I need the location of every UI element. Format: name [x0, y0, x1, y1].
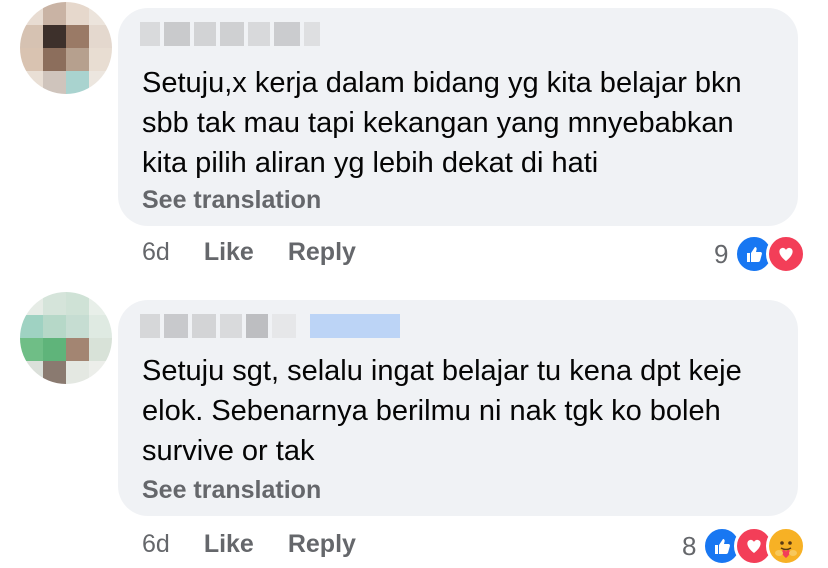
- see-translation-link[interactable]: See translation: [142, 476, 321, 505]
- avatar[interactable]: [20, 292, 112, 384]
- care-icon: [766, 526, 807, 566]
- commenter-name-redacted[interactable]: [140, 314, 400, 338]
- comment-timestamp[interactable]: 6d: [142, 530, 170, 559]
- comment-text: Setuju,x kerja dalam bidang yg kita bela…: [142, 67, 742, 179]
- comment-text: Setuju sgt, selalu ingat belajar tu kena…: [142, 355, 742, 467]
- reaction-count: 8: [682, 530, 697, 561]
- reaction-summary[interactable]: 9: [714, 234, 807, 274]
- comment-bubble: Setuju,x kerja dalam bidang yg kita bela…: [118, 8, 798, 226]
- like-button[interactable]: Like: [204, 238, 254, 267]
- comment-timestamp[interactable]: 6d: [142, 238, 170, 267]
- reaction-count: 9: [714, 238, 729, 269]
- avatar[interactable]: [20, 2, 112, 94]
- see-translation-link[interactable]: See translation: [142, 186, 321, 215]
- comment-bubble: Setuju sgt, selalu ingat belajar tu kena…: [118, 300, 798, 516]
- love-icon: [766, 234, 807, 274]
- reaction-summary[interactable]: 8: [682, 526, 807, 566]
- commenter-name-redacted[interactable]: [140, 22, 320, 46]
- comment-actions: 6d Like Reply: [142, 238, 390, 267]
- reply-button[interactable]: Reply: [288, 238, 356, 267]
- reply-button[interactable]: Reply: [288, 530, 356, 559]
- comment-actions: 6d Like Reply: [142, 530, 390, 559]
- like-button[interactable]: Like: [204, 530, 254, 559]
